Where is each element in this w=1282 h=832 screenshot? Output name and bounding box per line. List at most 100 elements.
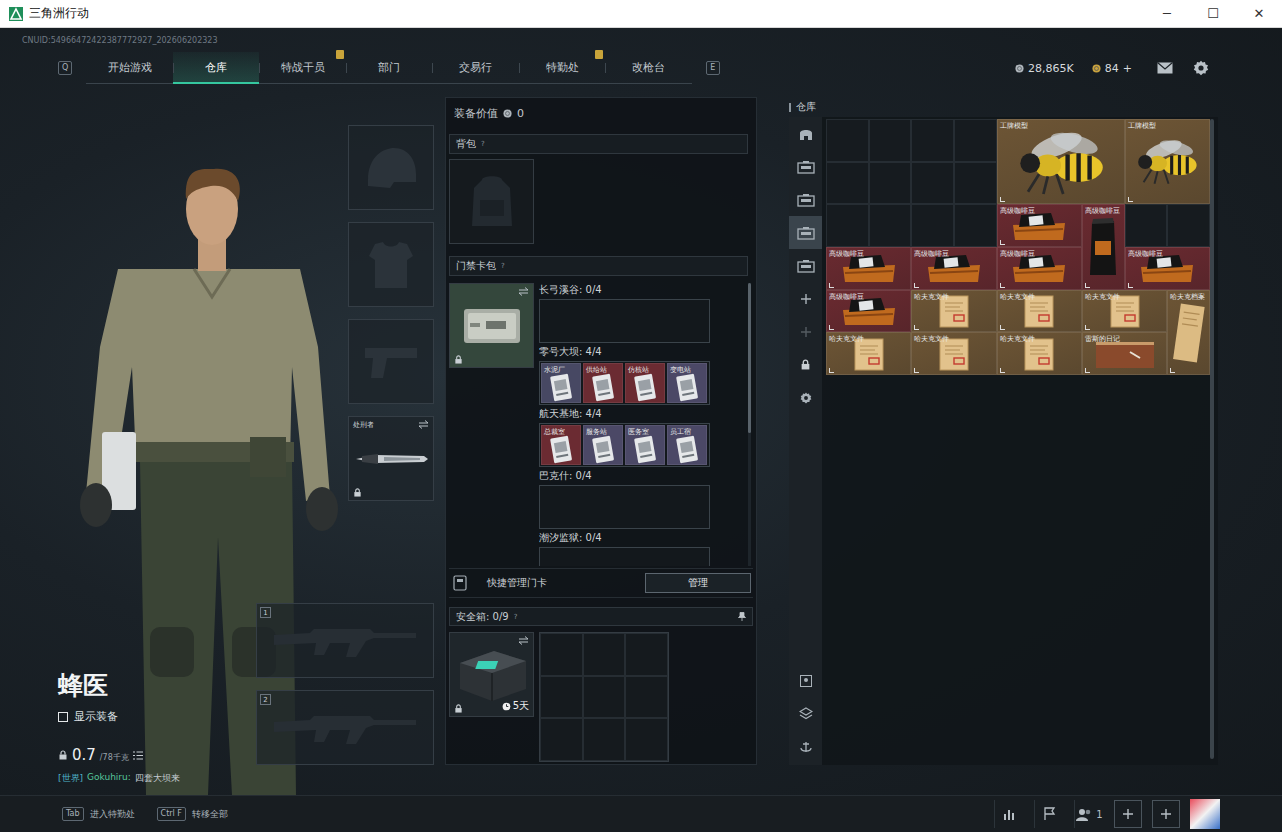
warehouse-cell[interactable] [954,204,997,247]
warehouse-item[interactable]: 哈夫克文件 [1082,290,1167,333]
warehouse-side-tab[interactable] [789,348,822,381]
flag-button[interactable] [1034,800,1064,828]
keycard[interactable]: 供给站 [583,363,623,403]
keycard-strip[interactable]: 总裁室服务站医务室员工宿 [539,423,710,467]
safebox-cell[interactable] [625,676,668,719]
safebox-cell[interactable] [583,676,626,719]
key-hint[interactable]: Ctrl F转移全部 [157,807,228,821]
warehouse-tool[interactable] [789,730,822,763]
warehouse-scrollbar[interactable] [1210,119,1214,759]
help-mark[interactable]: ? [514,613,518,621]
keycard[interactable]: 仿核站 [625,363,665,403]
backpack-slot[interactable] [449,159,534,244]
equipment-slot[interactable] [348,319,434,404]
warehouse-side-tab[interactable] [789,282,822,315]
mail-button[interactable] [1150,62,1180,74]
swap-icon[interactable] [518,636,529,645]
keycard-scrollbar[interactable] [748,283,751,566]
keycard[interactable]: 变电站 [667,363,707,403]
warehouse-item[interactable]: 高级咖啡豆 [997,247,1082,290]
keycard[interactable]: 总裁室 [541,425,581,465]
invite-slot[interactable] [1152,800,1180,828]
show-equipment-toggle[interactable]: 显示装备 [58,709,180,724]
nav-left-key[interactable]: Q [58,61,72,75]
settings-button[interactable] [1186,60,1216,76]
weapon-slot[interactable]: 2 [256,690,434,765]
warehouse-item[interactable]: 哈夫克文件 [911,332,996,375]
warehouse-cell[interactable] [869,119,912,162]
keycard[interactable]: 医务室 [625,425,665,465]
warehouse-cell[interactable] [911,119,954,162]
warehouse-item[interactable]: 高级咖啡豆 [1082,204,1125,289]
settings-icon[interactable] [800,392,812,404]
warehouse-cell[interactable] [826,119,869,162]
warehouse-side-tab[interactable] [789,150,822,183]
safebox-cell[interactable] [625,718,668,761]
pin-icon[interactable] [738,612,746,621]
warehouse-side-tab[interactable] [789,249,822,282]
warehouse-cell[interactable] [1125,204,1168,247]
warehouse-item[interactable]: 高级咖啡豆 [826,290,911,333]
window-control-button[interactable]: ─ [1144,0,1190,27]
warehouse-item[interactable]: 哈夫克文件 [997,332,1082,375]
warehouse-side-tab[interactable] [789,381,822,414]
window-control-button[interactable]: ☐ [1190,0,1236,27]
warehouse-item[interactable]: 高级咖啡豆 [826,247,911,290]
warehouse-cell[interactable] [911,162,954,205]
warehouse-cell[interactable] [826,204,869,247]
help-mark[interactable]: ? [501,262,505,270]
warehouse-item[interactable]: 高级咖啡豆 [911,247,996,290]
stats-button[interactable] [994,800,1024,828]
safebox-cell[interactable] [540,718,583,761]
swap-icon[interactable] [418,420,429,429]
gold-add-button[interactable]: + [1123,62,1132,75]
keycard[interactable]: 水泥厂 [541,363,581,403]
warehouse-tool[interactable] [789,697,822,730]
safebox-cell[interactable] [625,633,668,676]
keycard-strip[interactable] [539,299,710,343]
warehouse-item[interactable]: 哈夫克文件 [997,290,1082,333]
nav-tab[interactable]: 仓库 [173,52,260,84]
keycard-strip[interactable] [539,485,710,529]
safebox-cell[interactable] [540,633,583,676]
list-icon[interactable] [133,751,143,760]
warehouse-cell[interactable] [954,162,997,205]
key-hint[interactable]: Tab进入特勤处 [62,807,135,821]
keycard[interactable]: 服务站 [583,425,623,465]
warehouse-item[interactable]: 高级咖啡豆 [1125,247,1210,290]
nav-right-key[interactable]: E [706,61,720,75]
player-avatar[interactable] [1190,799,1220,829]
mail-icon[interactable] [1157,62,1173,74]
equipment-slot[interactable]: 处刑者 [348,416,434,501]
nav-tab[interactable]: 特勤处 [519,52,606,84]
warehouse-cell[interactable] [826,162,869,205]
warehouse-item[interactable]: 哈夫克文件 [911,290,996,333]
nav-tab[interactable]: 改枪台 [605,52,692,84]
window-control-button[interactable]: ✕ [1236,0,1282,27]
warehouse-item[interactable]: 哈夫克档案 [1167,290,1210,375]
keycard-strip[interactable]: 水泥厂供给站仿核站变电站 [539,361,710,405]
warehouse-item[interactable]: 哈夫克文件 [826,332,911,375]
warehouse-cell[interactable] [869,204,912,247]
checkbox[interactable] [58,712,68,722]
warehouse-cell[interactable] [911,204,954,247]
warehouse-side-tab[interactable] [789,315,822,348]
nav-tab[interactable]: 开始游戏 [86,52,173,84]
nav-tab[interactable]: 交易行 [432,52,519,84]
squad-button[interactable]: 1 [1074,800,1104,828]
keycard[interactable]: 员工宿 [667,425,707,465]
safebox-slot[interactable]: 5天 [449,632,534,717]
nav-tab[interactable]: 部门 [346,52,433,84]
warehouse-side-tab[interactable] [789,183,822,216]
safebox-cell[interactable] [583,633,626,676]
equipment-slot[interactable] [348,222,434,307]
nav-tab[interactable]: 特战干员 [259,52,346,84]
help-mark[interactable]: ? [481,140,485,148]
invite-slot[interactable] [1114,800,1142,828]
warehouse-item[interactable]: 雷斯的日记 [1082,332,1167,375]
warehouse-item[interactable]: 高级咖啡豆 [997,204,1082,247]
weapon-slot[interactable]: 1 [256,603,434,678]
warehouse-cell[interactable] [954,119,997,162]
safebox-cell[interactable] [540,676,583,719]
equipment-slot[interactable] [348,125,434,210]
